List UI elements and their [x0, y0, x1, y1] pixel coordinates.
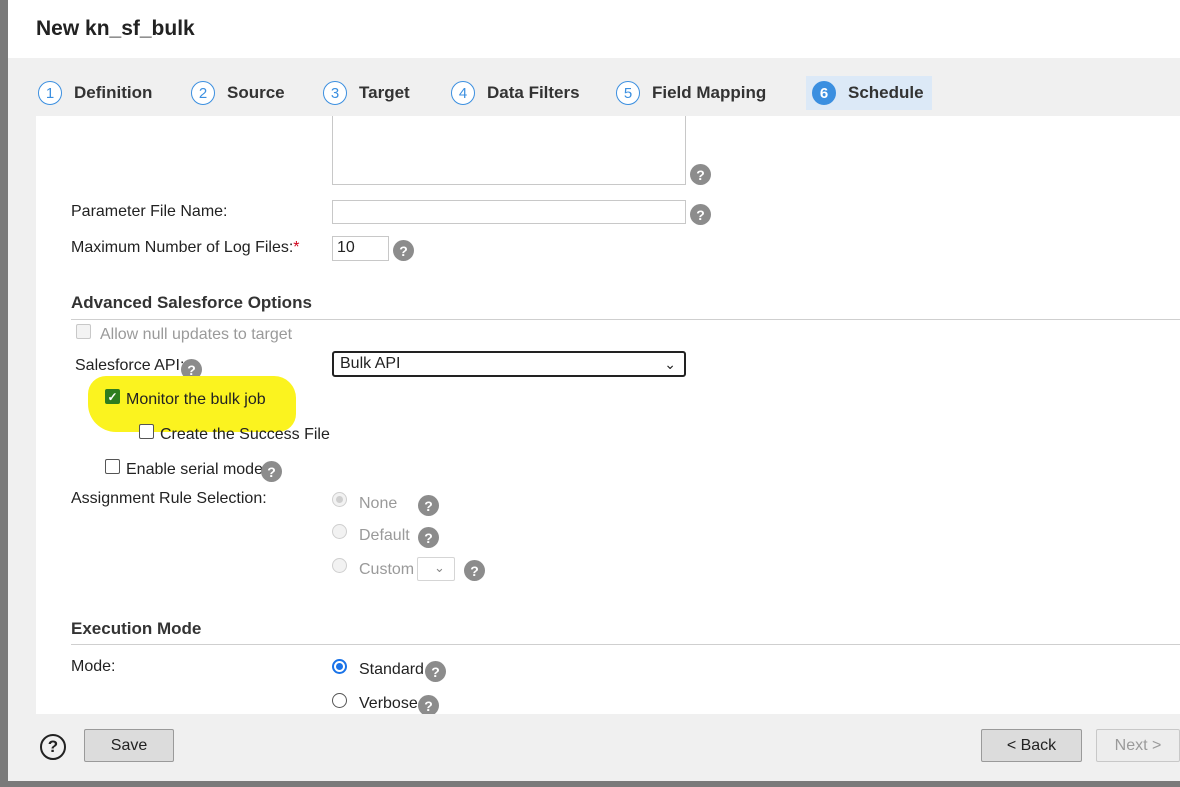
description-textarea[interactable]	[332, 116, 686, 185]
chevron-down-icon: ⌄	[664, 356, 676, 372]
salesforce-api-select[interactable]: Bulk API ⌄	[332, 351, 686, 377]
help-icon[interactable]: ?	[418, 695, 439, 714]
back-button[interactable]: < Back	[981, 729, 1082, 762]
title-bar: New kn_sf_bulk	[8, 0, 1180, 58]
step-data-filters[interactable]: 4 Data Filters	[451, 76, 580, 110]
help-icon[interactable]: ?	[690, 204, 711, 225]
help-icon[interactable]: ?	[261, 461, 282, 482]
serial-mode-checkbox[interactable]	[105, 459, 120, 474]
wizard-steps: 1 Definition 2 Source 3 Target 4 Data Fi…	[8, 58, 1180, 116]
section-divider	[71, 319, 1180, 320]
help-icon[interactable]: ?	[418, 527, 439, 548]
dialog-title: New kn_sf_bulk	[36, 17, 195, 40]
mode-label: Mode:	[71, 658, 116, 675]
help-icon[interactable]: ?	[425, 661, 446, 682]
assignment-default-radio[interactable]	[332, 524, 347, 539]
schedule-form: ? Parameter File Name: ? Maximum Number …	[36, 116, 1180, 714]
step-label: Schedule	[848, 83, 924, 102]
salesforce-api-value: Bulk API	[340, 355, 401, 372]
param-file-input[interactable]	[332, 200, 686, 224]
footer: ? Save < Back Next >	[8, 714, 1180, 781]
chevron-down-icon: ⌄	[434, 560, 445, 575]
assignment-none-label: None	[359, 495, 398, 512]
serial-mode-label: Enable serial mode	[126, 461, 263, 478]
step-number: 1	[38, 81, 62, 105]
custom-rule-select[interactable]: ⌄	[417, 557, 455, 581]
help-icon[interactable]: ?	[418, 495, 439, 516]
create-success-file-checkbox[interactable]	[139, 424, 154, 439]
max-log-files-text: Maximum Number of Log Files:	[71, 239, 294, 256]
step-number: 6	[812, 81, 836, 105]
advanced-options-title: Advanced Salesforce Options	[71, 293, 312, 312]
step-label: Definition	[74, 83, 153, 102]
step-definition[interactable]: 1 Definition	[38, 76, 152, 110]
salesforce-api-label: Salesforce API:	[75, 357, 185, 374]
step-field-mapping[interactable]: 5 Field Mapping	[616, 76, 766, 110]
max-log-files-input[interactable]: 10	[332, 236, 389, 261]
step-label: Field Mapping	[652, 83, 767, 102]
required-marker: *	[293, 239, 300, 256]
step-label: Source	[227, 83, 285, 102]
step-number: 3	[323, 81, 347, 105]
monitor-bulk-job-label: Monitor the bulk job	[126, 391, 266, 408]
help-button[interactable]: ?	[40, 734, 66, 760]
assignment-custom-label: Custom	[359, 561, 415, 578]
help-icon[interactable]: ?	[690, 164, 711, 185]
allow-null-label: Allow null updates to target	[100, 326, 293, 343]
param-file-label: Parameter File Name:	[71, 203, 228, 220]
save-button[interactable]: Save	[84, 729, 174, 762]
assignment-rule-label: Assignment Rule Selection:	[71, 490, 267, 507]
step-number: 4	[451, 81, 475, 105]
step-target[interactable]: 3 Target	[323, 76, 410, 110]
execution-mode-title: Execution Mode	[71, 619, 202, 638]
step-label: Target	[359, 83, 410, 102]
monitor-bulk-job-checkbox[interactable]: ✓	[105, 389, 120, 404]
assignment-none-radio[interactable]	[332, 492, 347, 507]
dialog: New kn_sf_bulk 1 Definition 2 Source 3 T…	[8, 0, 1180, 781]
step-schedule[interactable]: 6 Schedule	[806, 76, 932, 110]
step-label: Data Filters	[487, 83, 580, 102]
section-divider	[71, 644, 1180, 645]
mode-verbose-label: Verbose	[359, 695, 418, 712]
step-source[interactable]: 2 Source	[191, 76, 285, 110]
assignment-custom-radio[interactable]	[332, 558, 347, 573]
help-icon[interactable]: ?	[393, 240, 414, 261]
step-number: 5	[616, 81, 640, 105]
mode-standard-label: Standard	[359, 661, 424, 678]
allow-null-checkbox[interactable]	[76, 324, 91, 339]
create-success-file-label: Create the Success File	[160, 426, 330, 443]
max-log-files-label: Maximum Number of Log Files:*	[71, 239, 300, 257]
step-number: 2	[191, 81, 215, 105]
mode-standard-radio[interactable]	[332, 659, 347, 674]
assignment-default-label: Default	[359, 527, 410, 544]
next-button[interactable]: Next >	[1096, 729, 1180, 762]
help-icon[interactable]: ?	[464, 560, 485, 581]
mode-verbose-radio[interactable]	[332, 693, 347, 708]
